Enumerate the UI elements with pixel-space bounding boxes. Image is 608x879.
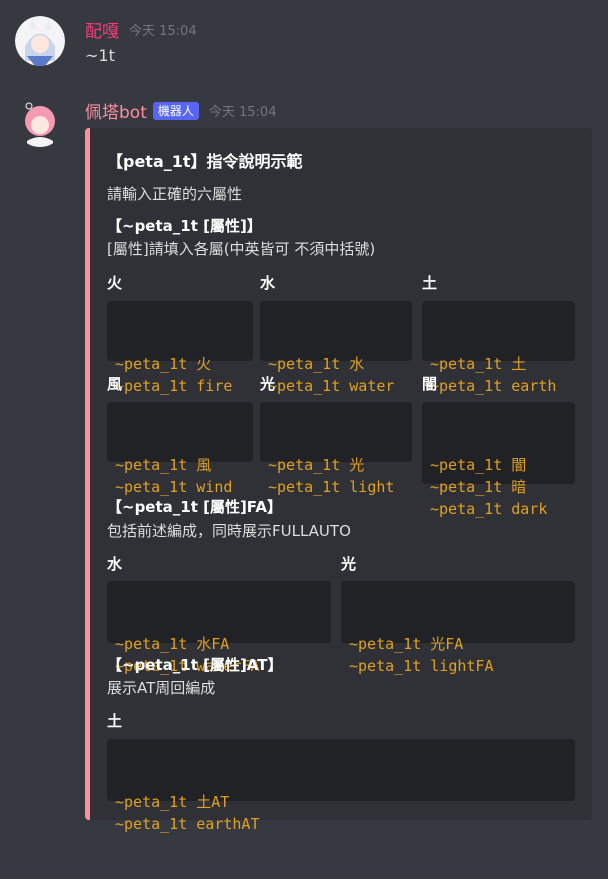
embed: 【peta_1t】指令說明示範 請輸入正確的六屬性 【~peta_1t [屬性]…	[85, 128, 592, 833]
user-avatar[interactable]	[15, 16, 65, 66]
section-heading: 【~peta_1t [屬性]FA】	[107, 498, 282, 516]
code-block: ~peta_1t 火 ~peta_1t fire	[107, 301, 253, 395]
section-heading: 【~peta_1t [屬性]AT】	[107, 656, 283, 674]
embed-title: 【peta_1t】指令說明示範	[107, 152, 303, 171]
timestamp: 今天 15:04	[129, 24, 197, 39]
bot-badge: 機器人	[152, 101, 199, 120]
code-block: ~peta_1t 水FA ~peta_1t waterFA	[107, 581, 331, 675]
field-name: 闇	[422, 375, 438, 393]
code-block: ~peta_1t 風 ~peta_1t wind	[107, 402, 253, 496]
field-name: 土	[422, 274, 438, 292]
message-content: ~1t	[85, 46, 115, 65]
code-block: ~peta_1t 光 ~peta_1t light	[260, 402, 412, 496]
username[interactable]: 配嘎	[85, 17, 119, 42]
field-name: 火	[107, 274, 123, 292]
section-text: 包括前述編成，同時展示FULLAUTO	[107, 522, 351, 540]
field-name: 土	[107, 712, 123, 730]
field-name: 水	[107, 555, 123, 573]
code-block: ~peta_1t 闇 ~peta_1t 暗 ~peta_1t dark	[422, 402, 575, 518]
code-block: ~peta_1t 土 ~peta_1t earth	[422, 301, 575, 395]
bot-avatar[interactable]	[15, 97, 65, 147]
embed-description: 請輸入正確的六屬性	[107, 185, 243, 203]
code-block: ~peta_1t 光FA ~peta_1t lightFA	[341, 581, 575, 675]
bot-username[interactable]: 佩塔bot	[85, 98, 147, 123]
section-text: [屬性]請填入各屬(中英皆可 不須中括號)	[107, 240, 376, 258]
code-block: ~peta_1t 水 ~peta_1t water	[260, 301, 412, 395]
field-name: 風	[107, 375, 123, 393]
field-name: 水	[260, 274, 276, 292]
section-text: 展示AT周回編成	[107, 679, 216, 697]
section-heading: 【~peta_1t [屬性]】	[107, 217, 262, 235]
timestamp: 今天 15:04	[208, 105, 277, 120]
field-name: 光	[341, 555, 357, 573]
field-name: 光	[260, 375, 276, 393]
code-block: ~peta_1t 土AT ~peta_1t earthAT	[107, 739, 575, 833]
